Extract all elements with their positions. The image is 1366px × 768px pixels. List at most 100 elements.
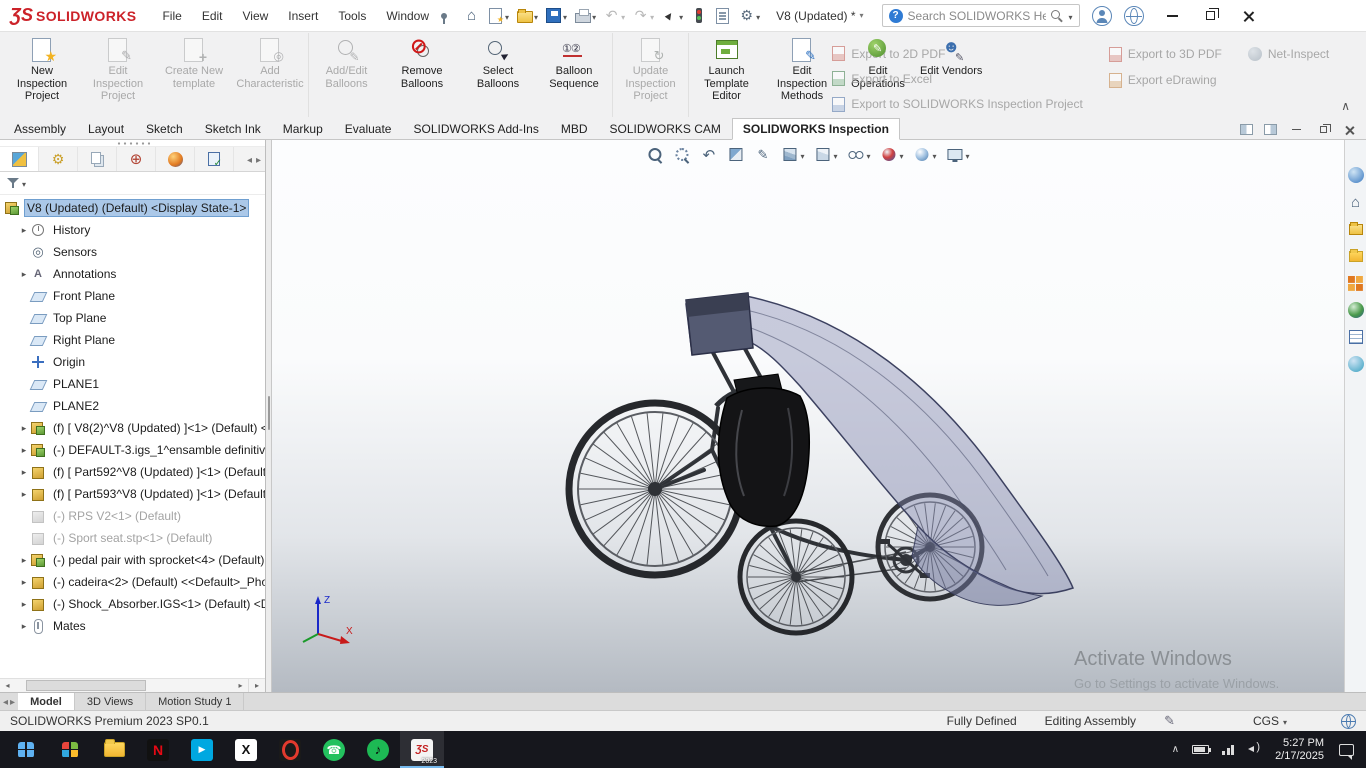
command-tab-solidworks-inspection[interactable]: SOLIDWORKS Inspection xyxy=(732,118,900,140)
search-dropdown-icon[interactable] xyxy=(1069,9,1073,23)
expand-icon[interactable] xyxy=(18,467,30,478)
notifications-icon[interactable] xyxy=(1339,744,1354,756)
titlebar-icon-user-account[interactable] xyxy=(1092,6,1112,26)
clock[interactable]: 5:27 PM 2/17/2025 xyxy=(1275,737,1324,763)
ribbon-button-remove-balloons[interactable]: Remove Balloons xyxy=(384,33,460,117)
search-icon[interactable] xyxy=(1051,10,1063,22)
ribbon-button-add-edit-balloons[interactable]: Add/Edit Balloons xyxy=(308,33,384,117)
ribbon-button-add-characteristic[interactable]: Add Characteristic xyxy=(232,33,308,117)
hud-button-view-settings[interactable] xyxy=(946,145,971,164)
qat-button-new-document[interactable] xyxy=(485,5,511,26)
hud-caret-icon[interactable] xyxy=(966,148,970,162)
taskbar-app-widgets[interactable] xyxy=(48,731,92,768)
tree-item-shock-absorber-igs-1-default-dis[interactable]: (-) Shock_Absorber.IGS<1> (Default) <Dis xyxy=(0,593,265,615)
qat-button-save[interactable] xyxy=(543,5,569,26)
doc-restore-button[interactable] xyxy=(1315,126,1331,133)
taskbar-app-spotify[interactable] xyxy=(356,731,400,768)
qat-button-print[interactable] xyxy=(572,5,598,26)
tree-item-history[interactable]: History xyxy=(0,219,265,241)
hud-button-edit-appearance[interactable] xyxy=(880,145,905,164)
restore-button[interactable] xyxy=(1192,0,1230,32)
menu-insert[interactable]: Insert xyxy=(278,1,328,31)
tree-item-pedal-pair-with-sprocket-4-default[interactable]: (-) pedal pair with sprocket<4> (Default… xyxy=(0,549,265,571)
export-button-export-edrawing[interactable]: Export eDrawing xyxy=(1109,67,1222,93)
panel-tab-configuration-manager[interactable] xyxy=(78,147,117,171)
tree-item-cadeira-2-default-default-phot[interactable]: (-) cadeira<2> (Default) <<Default>_Phot xyxy=(0,571,265,593)
dropdown-caret-icon[interactable] xyxy=(563,9,567,23)
minimize-button[interactable] xyxy=(1154,0,1192,32)
tree-item-origin[interactable]: Origin xyxy=(0,351,265,373)
expand-icon[interactable] xyxy=(18,621,30,632)
expand-icon[interactable] xyxy=(18,555,30,566)
doc-tab-3d-views[interactable]: 3D Views xyxy=(75,693,146,710)
tree-item-f-part592-v8-updated-1-default[interactable]: (f) [ Part592^V8 (Updated) ]<1> (Default… xyxy=(0,461,265,483)
qat-button-file-properties[interactable] xyxy=(712,5,733,26)
panel-tabs-scroll-right[interactable] xyxy=(256,152,261,166)
tree-item-sensors[interactable]: Sensors xyxy=(0,241,265,263)
horizontal-scrollbar[interactable] xyxy=(15,679,233,692)
tree-item-plane2[interactable]: PLANE2 xyxy=(0,395,265,417)
globe-icon[interactable] xyxy=(1341,714,1356,729)
hud-button-apply-scene[interactable] xyxy=(913,145,938,164)
tree-item-v8-updated-default-display-state-1[interactable]: V8 (Updated) (Default) <Display State-1> xyxy=(0,197,265,219)
dropdown-caret-icon[interactable] xyxy=(534,9,538,23)
expand-icon[interactable] xyxy=(18,445,30,456)
expand-icon[interactable] xyxy=(18,577,30,588)
export-button-export-to-solidworks-inspection-project[interactable]: Export to SOLIDWORKS Inspection Project xyxy=(832,92,1082,117)
doc-tabs-scroll-right[interactable] xyxy=(10,696,15,708)
velomobile-model[interactable] xyxy=(272,140,1344,692)
panel-tab-property-manager[interactable] xyxy=(39,147,78,171)
command-tab-markup[interactable]: Markup xyxy=(272,118,334,140)
taskbar-app-prime-video[interactable] xyxy=(180,731,224,768)
panel-grip[interactable] xyxy=(0,140,265,147)
taskbar-app-opera[interactable] xyxy=(268,731,312,768)
dropdown-caret-icon[interactable] xyxy=(756,9,760,23)
ribbon-button-select-balloons[interactable]: Select Balloons xyxy=(460,33,536,117)
ribbon-button-edit-inspection-project[interactable]: Edit Inspection Project xyxy=(80,33,156,117)
tree-item-annotations[interactable]: Annotations xyxy=(0,263,265,285)
command-tab-solidworks-cam[interactable]: SOLIDWORKS CAM xyxy=(599,118,732,140)
scroll-right-button[interactable] xyxy=(233,679,248,692)
dropdown-caret-icon[interactable] xyxy=(650,9,654,23)
task-pane-tab-custom-properties[interactable] xyxy=(1347,328,1365,346)
panel-tab-dimxpert-manager[interactable] xyxy=(117,147,156,171)
tree-item-front-plane[interactable]: Front Plane xyxy=(0,285,265,307)
hud-button-zoom-area[interactable] xyxy=(672,145,691,164)
qat-button-undo[interactable] xyxy=(601,5,627,26)
doc-tab-model[interactable]: Model xyxy=(18,693,75,710)
help-search-input[interactable] xyxy=(908,9,1046,23)
ribbon-button-edit-inspection-methods[interactable]: Edit Inspection Methods xyxy=(764,33,840,117)
dropdown-caret-icon[interactable] xyxy=(505,9,509,23)
menu-window[interactable]: Window xyxy=(376,1,439,31)
taskbar-app-netflix[interactable] xyxy=(136,731,180,768)
hud-button-annotation-visibility[interactable] xyxy=(753,145,772,164)
command-tab-sketch[interactable]: Sketch xyxy=(135,118,194,140)
task-pane-tab-solidworks-forum[interactable] xyxy=(1347,355,1365,373)
tree-item-default-3-igs-1-ensamble-definitivo[interactable]: (-) DEFAULT-3.igs_1^ensamble definitivo. xyxy=(0,439,265,461)
hud-caret-icon[interactable] xyxy=(900,148,904,162)
doc-minimize-button[interactable] xyxy=(1288,129,1304,131)
doc-close-button[interactable] xyxy=(1342,125,1358,135)
ribbon-button-launch-template-editor[interactable]: Launch Template Editor xyxy=(688,33,764,117)
scrollbar-thumb[interactable] xyxy=(26,680,146,691)
scroll-left-button[interactable] xyxy=(0,679,15,692)
task-pane-tab-appearances-scenes[interactable] xyxy=(1347,301,1365,319)
menu-view[interactable]: View xyxy=(233,1,279,31)
export-button-export-to-3d-pdf[interactable]: Export to 3D PDF xyxy=(1109,41,1222,67)
task-pane-tab-home[interactable] xyxy=(1347,193,1365,211)
hud-caret-icon[interactable] xyxy=(800,148,804,162)
qat-button-redo[interactable] xyxy=(630,5,656,26)
hud-button-previous-view[interactable] xyxy=(699,145,718,164)
doc-tab-motion-study-1[interactable]: Motion Study 1 xyxy=(146,693,244,710)
qat-button-open-document[interactable] xyxy=(514,5,540,26)
dropdown-caret-icon[interactable] xyxy=(679,9,683,23)
titlebar-icon-web-help[interactable] xyxy=(1124,6,1144,26)
ribbon-button-create-new-template[interactable]: Create New template xyxy=(156,33,232,117)
hud-button-display-style[interactable] xyxy=(813,145,838,164)
tree-item-sport-seat-stp-1-default[interactable]: (-) Sport seat.stp<1> (Default) xyxy=(0,527,265,549)
volume-icon[interactable] xyxy=(1247,743,1262,756)
ribbon-button-update-inspection-project[interactable]: Update Inspection Project xyxy=(612,33,688,117)
hud-button-view-orientation[interactable] xyxy=(780,145,805,164)
pane-right-icon[interactable] xyxy=(1264,124,1277,135)
pin-icon[interactable] xyxy=(441,13,447,19)
